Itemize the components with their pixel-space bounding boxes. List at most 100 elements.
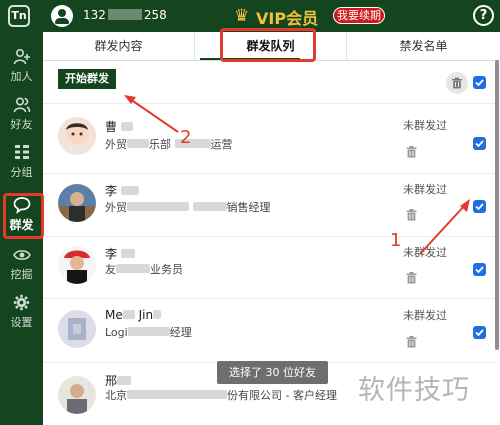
- blur-mask: [192, 202, 227, 211]
- friend-row[interactable]: Me Jin Logi 经理 未群发过: [43, 298, 495, 364]
- friend-avatar: [58, 184, 96, 222]
- friend-row[interactable]: 曹 外贸 乐部 运营 未群发过: [43, 106, 495, 172]
- subtitle-part: Logi: [105, 326, 128, 339]
- trash-icon[interactable]: [406, 146, 417, 158]
- friend-name-text: Me: [105, 308, 123, 322]
- subtitle-part: 经理: [169, 326, 192, 339]
- send-status: 未群发过: [403, 183, 447, 196]
- subtitle-part: 销售经理: [226, 201, 271, 214]
- blur-mask: [127, 202, 189, 211]
- sidebar-item-groups[interactable]: 分组: [0, 140, 43, 188]
- trash-icon[interactable]: [406, 336, 417, 348]
- sidebar-item-mine[interactable]: 挖掘: [0, 242, 43, 290]
- friend-subtitle: 北京 份有限公司 - 客户经理: [105, 387, 337, 403]
- select-all-checkbox[interactable]: [473, 76, 486, 89]
- phone-mask: [107, 9, 142, 20]
- friends-icon: [0, 96, 43, 118]
- check-icon: [475, 79, 484, 87]
- sidebar-item-add-person[interactable]: 加人: [0, 44, 43, 92]
- friend-name-text: Jin: [138, 308, 154, 322]
- blur-mask: [127, 327, 170, 336]
- check-icon: [475, 203, 484, 211]
- friend-avatar: [58, 376, 96, 414]
- selection-toast: 选择了 30 位好友: [217, 361, 328, 384]
- renew-button[interactable]: 我要续期: [333, 7, 385, 24]
- sidebar-label-groups: 分组: [10, 166, 33, 179]
- blur-mask: [127, 139, 149, 148]
- tab-mass-content[interactable]: 群发内容: [43, 32, 195, 61]
- gear-icon: [0, 294, 43, 316]
- blur-mask: [153, 310, 162, 319]
- trash-icon: [452, 77, 462, 89]
- friend-name-text: 李: [105, 247, 118, 261]
- tab-blocklist[interactable]: 禁发名单: [347, 32, 500, 61]
- subtitle-part: 业务员: [150, 263, 183, 276]
- send-status: 未群发过: [403, 246, 447, 259]
- blur-mask: [117, 376, 132, 385]
- sidebar-label-add-person: 加人: [10, 70, 33, 83]
- send-status: 未群发过: [403, 119, 447, 132]
- friend-subtitle: 外贸 乐部 运营: [105, 136, 233, 152]
- subtitle-part: 北京: [105, 389, 127, 402]
- user-avatar-icon[interactable]: [51, 5, 73, 27]
- annotation-highlight-tab: [220, 28, 316, 62]
- sidebar-item-friends[interactable]: 好友: [0, 92, 43, 140]
- sidebar-item-settings[interactable]: 设置: [0, 290, 43, 338]
- queue-toolbar: 开始群发: [50, 68, 493, 94]
- friend-checkbox[interactable]: [473, 200, 486, 213]
- subtitle-part: 乐部: [149, 138, 171, 151]
- friend-name-text: 曹: [105, 120, 118, 134]
- blur-mask: [120, 249, 135, 258]
- grid-icon: [0, 144, 43, 166]
- subtitle-part: 外贸: [105, 138, 127, 151]
- friend-subtitle: 友 业务员: [105, 261, 183, 277]
- watermark: 软件技巧: [358, 375, 470, 406]
- divider: [43, 103, 495, 104]
- friend-row[interactable]: 李 友 业务员 未群发过: [43, 236, 495, 302]
- friend-avatar: [58, 117, 96, 155]
- sidebar-label-settings: 设置: [10, 316, 33, 329]
- subtitle-part: 外贸: [105, 201, 127, 214]
- annotation-highlight-sidebar: [3, 193, 44, 239]
- friend-name-text: 邢: [105, 374, 118, 388]
- friend-name: Me Jin: [105, 308, 162, 322]
- friend-subtitle: 外贸 销售经理: [105, 199, 271, 215]
- friend-checkbox[interactable]: [473, 326, 486, 339]
- start-mass-send-button[interactable]: 开始群发: [58, 69, 116, 89]
- blur-mask: [127, 390, 227, 399]
- sidebar-label-friends: 好友: [10, 118, 33, 131]
- friend-avatar: [58, 310, 96, 348]
- vip-label[interactable]: VIP会员: [256, 5, 318, 29]
- check-icon: [475, 266, 484, 274]
- subtitle-part: 份有限公司 - 客户经理: [227, 389, 337, 402]
- friend-subtitle: Logi 经理: [105, 324, 192, 340]
- subtitle-part: 友: [105, 263, 116, 276]
- phone-suffix: 258: [143, 8, 167, 22]
- friend-checkbox[interactable]: [473, 263, 486, 276]
- subtitle-part: 运营: [210, 138, 233, 151]
- friend-avatar: [58, 246, 96, 284]
- trash-icon[interactable]: [406, 272, 417, 284]
- blur-mask: [120, 186, 139, 195]
- blur-mask: [116, 264, 150, 273]
- app-logo: Tn: [8, 5, 30, 27]
- eye-icon: [0, 246, 43, 268]
- clear-queue-button[interactable]: [446, 72, 468, 94]
- crown-icon: ♛: [234, 6, 250, 26]
- account-phone: 132 258: [83, 8, 167, 22]
- check-icon: [475, 140, 484, 148]
- blur-mask: [122, 310, 135, 319]
- friend-checkbox[interactable]: [473, 137, 486, 150]
- list-scrollbar[interactable]: [495, 60, 499, 350]
- sidebar-label-mine: 挖掘: [10, 268, 33, 281]
- add-person-icon: [0, 48, 43, 70]
- friend-name: 李: [105, 245, 135, 262]
- check-icon: [475, 329, 484, 337]
- friend-name: 李: [105, 182, 139, 199]
- help-icon[interactable]: ?: [473, 5, 494, 26]
- blur-mask: [120, 122, 133, 131]
- phone-prefix: 132: [83, 8, 106, 22]
- friend-row[interactable]: 李 外贸 销售经理 未群发过: [43, 173, 495, 239]
- trash-icon[interactable]: [406, 209, 417, 221]
- annotation-number-2: 2: [180, 127, 192, 148]
